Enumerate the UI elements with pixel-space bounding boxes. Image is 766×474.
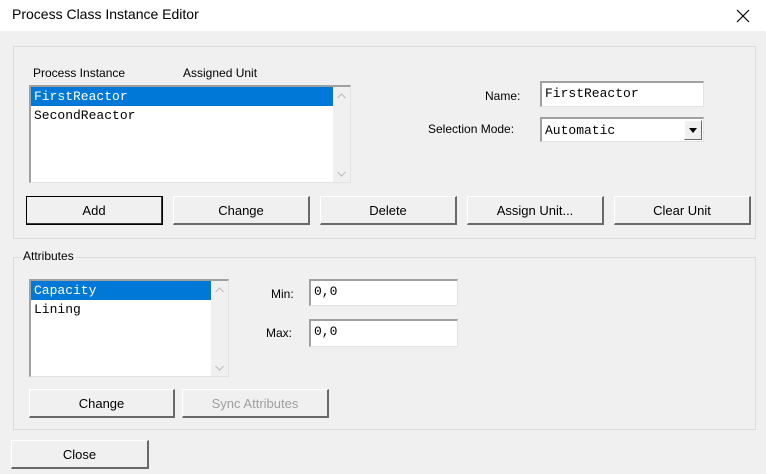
process-instance-list[interactable]: FirstReactor SecondReactor — [29, 85, 351, 183]
list-item[interactable]: Lining — [31, 300, 228, 319]
selection-mode-value: Automatic — [545, 123, 616, 138]
selection-mode-label: Selection Mode: — [428, 122, 515, 136]
close-button[interactable]: Close — [11, 440, 149, 469]
clear-unit-button[interactable]: Clear Unit — [614, 196, 751, 225]
selection-mode-select[interactable]: Automatic — [540, 117, 704, 142]
min-field[interactable]: 0,0 — [309, 279, 458, 306]
delete-button[interactable]: Delete — [320, 196, 457, 225]
change-button[interactable]: Change — [173, 196, 310, 225]
add-button[interactable]: Add — [26, 196, 163, 225]
scroll-down-icon[interactable] — [333, 165, 350, 182]
close-icon[interactable] — [720, 0, 766, 31]
attributes-legend: Attributes — [21, 249, 76, 263]
list-item[interactable]: FirstReactor — [31, 87, 350, 106]
name-label: Name: — [485, 89, 521, 103]
attributes-list-scrollbar[interactable] — [211, 281, 228, 376]
scroll-up-icon[interactable] — [211, 281, 228, 298]
process-list-scrollbar[interactable] — [333, 87, 350, 182]
max-label: Max: — [266, 326, 293, 340]
scroll-down-icon[interactable] — [211, 359, 228, 376]
attribute-change-button[interactable]: Change — [29, 389, 175, 418]
min-label: Min: — [271, 287, 294, 301]
chevron-down-icon[interactable] — [684, 120, 702, 140]
max-field[interactable]: 0,0 — [309, 319, 458, 347]
scroll-up-icon[interactable] — [333, 87, 350, 104]
window-title: Process Class Instance Editor — [12, 6, 199, 22]
list-item[interactable]: Capacity — [31, 281, 228, 300]
attributes-list[interactable]: Capacity Lining — [29, 279, 229, 377]
sync-attributes-button[interactable]: Sync Attributes — [182, 389, 329, 418]
assigned-unit-header: Assigned Unit — [183, 66, 258, 80]
name-field[interactable]: FirstReactor — [540, 81, 704, 107]
title-bar: Process Class Instance Editor — [0, 0, 766, 31]
list-item[interactable]: SecondReactor — [31, 106, 350, 125]
assign-unit-button[interactable]: Assign Unit... — [467, 196, 604, 225]
process-instance-header: Process Instance — [33, 66, 126, 80]
